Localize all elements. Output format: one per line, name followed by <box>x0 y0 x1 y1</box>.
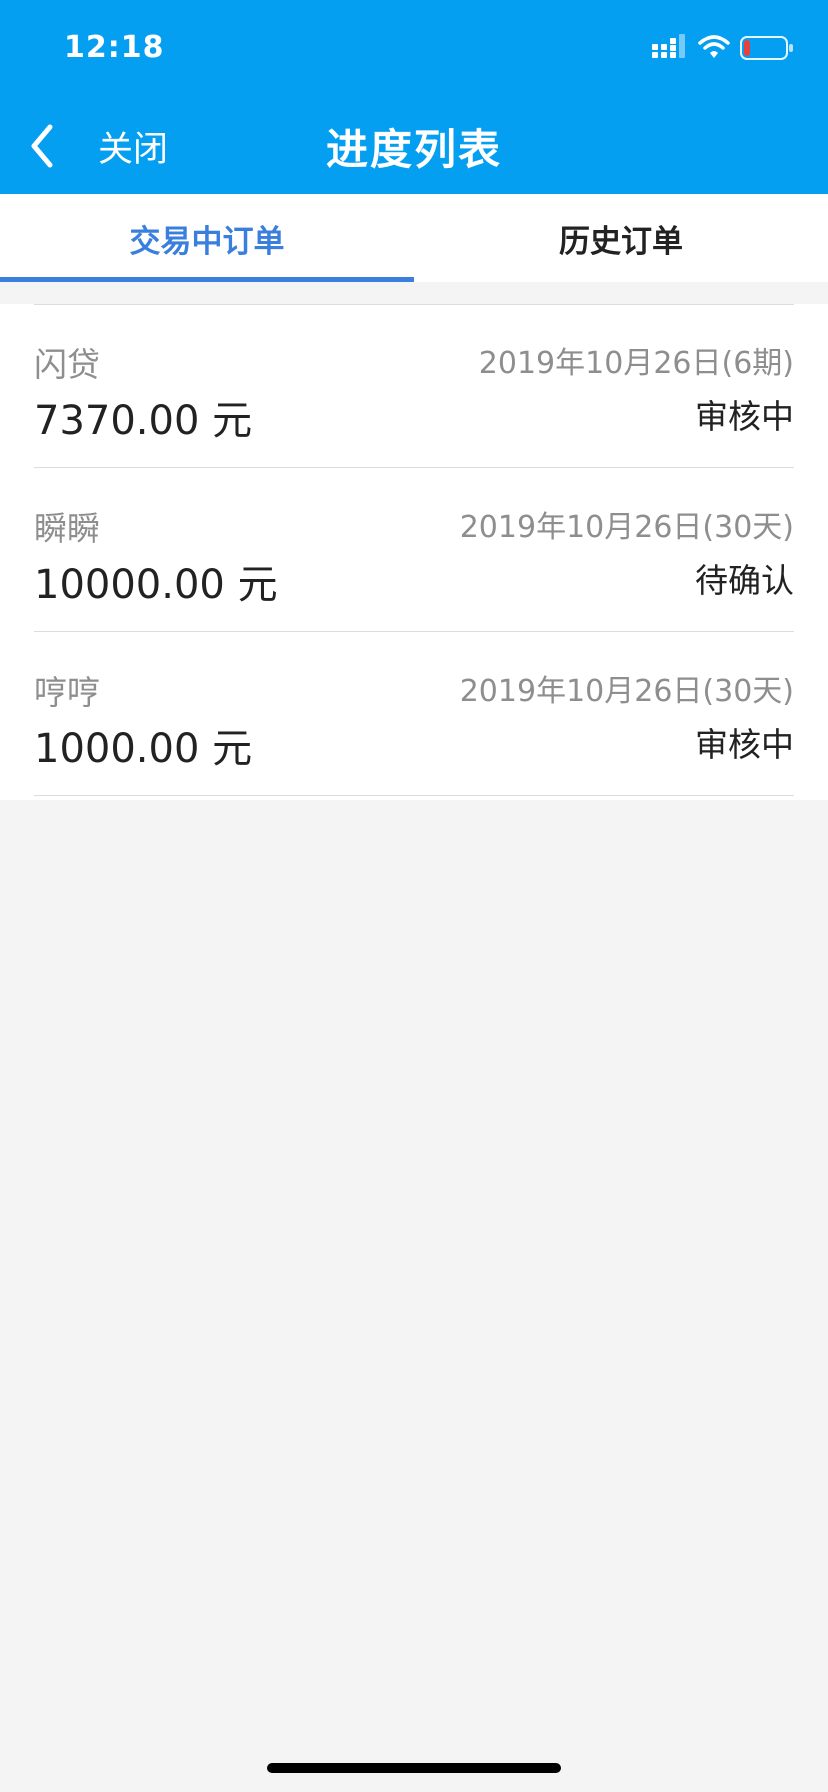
order-name: 瞬瞬 <box>34 509 100 548</box>
tab-history-orders[interactable]: 历史订单 <box>414 194 828 282</box>
battery-icon <box>740 36 793 60</box>
order-list: 闪贷 2019年10月26日(6期) 7370.00 元 审核中 瞬瞬 2019… <box>0 304 828 800</box>
order-item[interactable]: 闪贷 2019年10月26日(6期) 7370.00 元 审核中 <box>34 304 794 468</box>
nav-bar: 关闭 进度列表 <box>0 100 828 194</box>
order-date: 2019年10月26日(30天) <box>459 674 794 709</box>
signal-icon <box>652 34 685 58</box>
tab-label: 交易中订单 <box>129 223 285 260</box>
status-bar: 12:18 <box>0 0 828 100</box>
tab-label: 历史订单 <box>559 223 683 260</box>
order-amount: 10000.00 元 <box>34 562 278 608</box>
tab-underline <box>0 277 414 282</box>
order-date: 2019年10月26日(6期) <box>478 346 794 381</box>
wifi-icon <box>698 35 730 58</box>
order-name: 闪贷 <box>34 345 100 384</box>
order-name: 哼哼 <box>34 673 100 712</box>
home-indicator[interactable] <box>267 1763 561 1773</box>
status-time: 12:18 <box>64 30 165 65</box>
order-date: 2019年10月26日(30天) <box>459 510 794 545</box>
page-title: 进度列表 <box>325 125 502 174</box>
tab-active-orders[interactable]: 交易中订单 <box>0 194 414 282</box>
order-item[interactable]: 瞬瞬 2019年10月26日(30天) 10000.00 元 待确认 <box>34 468 794 632</box>
order-status: 审核中 <box>695 725 794 764</box>
tab-bar: 交易中订单 历史订单 <box>0 194 828 282</box>
order-amount: 1000.00 元 <box>34 726 253 772</box>
list-divider <box>34 795 794 796</box>
order-item[interactable]: 哼哼 2019年10月26日(30天) 1000.00 元 审核中 <box>34 632 794 796</box>
header: 12:18 关闭 进度列表 <box>0 0 828 194</box>
order-status: 待确认 <box>695 561 794 600</box>
order-status: 审核中 <box>695 397 794 436</box>
order-amount: 7370.00 元 <box>34 398 253 444</box>
